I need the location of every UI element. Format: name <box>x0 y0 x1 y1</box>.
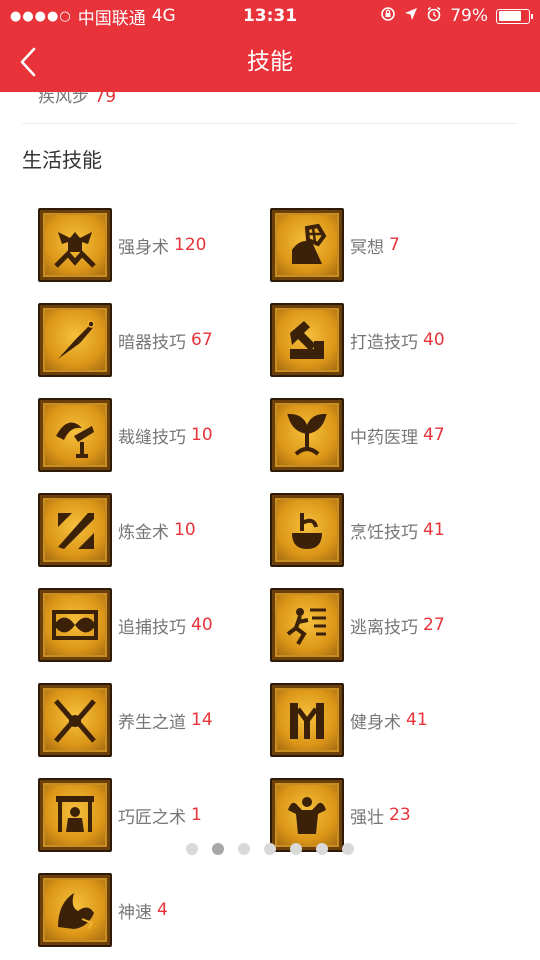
divider <box>22 123 518 124</box>
hidden-weapon-icon <box>38 303 112 377</box>
skill-label: 冥想 <box>350 237 384 258</box>
skill-value: 120 <box>174 235 207 255</box>
partial-previous-skill: 疾风步 79 <box>38 92 116 107</box>
rotation-lock-icon <box>380 6 396 27</box>
craftsman-icon <box>38 778 112 852</box>
signal-icon: ●●●●○ <box>10 8 72 24</box>
skill-item[interactable]: 裁缝技巧 10 <box>38 398 268 472</box>
cooking-icon <box>270 493 344 567</box>
skill-label: 烹饪技巧 <box>350 522 418 543</box>
page-dot[interactable] <box>342 843 354 855</box>
battery-percent: 79% <box>450 6 488 26</box>
swift-icon <box>38 873 112 947</box>
skill-value: 67 <box>191 330 213 350</box>
skill-value: 41 <box>423 520 445 540</box>
skill-label: 健身术 <box>350 712 401 733</box>
muscle-icon <box>270 778 344 852</box>
skills-content[interactable]: 疾风步 79 生活技能 强身术 120 冥想 7 暗器技巧 67 打造技巧 40 裁缝技巧 10 中… <box>0 92 540 960</box>
skill-label: 中药医理 <box>350 427 418 448</box>
page-dot[interactable] <box>238 843 250 855</box>
previous-skill-value: 79 <box>94 92 117 107</box>
skill-label: 追捕技巧 <box>118 617 186 638</box>
page-dot[interactable] <box>264 843 276 855</box>
alchemy-icon <box>38 493 112 567</box>
page-dot[interactable] <box>212 843 224 855</box>
skill-item[interactable]: 强身术 120 <box>38 208 268 282</box>
skill-value: 4 <box>157 900 168 920</box>
skill-item[interactable]: 神速 4 <box>38 873 268 947</box>
previous-skill-label: 疾风步 <box>38 92 89 107</box>
alarm-icon <box>426 6 442 27</box>
skill-item[interactable]: 逃离技巧 27 <box>270 588 500 662</box>
fitness-icon <box>270 683 344 757</box>
skill-label: 炼金术 <box>118 522 169 543</box>
skill-item[interactable]: 强壮 23 <box>270 778 500 852</box>
skill-value: 10 <box>191 425 213 445</box>
skill-value: 23 <box>389 805 411 825</box>
skill-value: 10 <box>174 520 196 540</box>
page-title: 技能 <box>247 49 293 75</box>
page-dot[interactable] <box>186 843 198 855</box>
skill-label: 神速 <box>118 902 152 923</box>
skill-value: 40 <box>191 615 213 635</box>
skill-label: 逃离技巧 <box>350 617 418 638</box>
skill-item[interactable]: 养生之道 14 <box>38 683 268 757</box>
location-icon <box>404 6 418 26</box>
page-indicator <box>0 843 540 855</box>
skill-value: 1 <box>191 805 202 825</box>
forging-icon <box>270 303 344 377</box>
skill-item[interactable]: 追捕技巧 40 <box>38 588 268 662</box>
skill-value: 41 <box>406 710 428 730</box>
skill-label: 强身术 <box>118 237 169 258</box>
section-title: 生活技能 <box>22 148 102 172</box>
status-right: 79% <box>380 6 533 27</box>
skill-value: 40 <box>423 330 445 350</box>
skill-value: 14 <box>191 710 213 730</box>
page-dot[interactable] <box>316 843 328 855</box>
skill-value: 7 <box>389 235 400 255</box>
strong-body-icon <box>38 208 112 282</box>
skill-value: 47 <box>423 425 445 445</box>
meditation-icon <box>270 208 344 282</box>
skill-label: 养生之道 <box>118 712 186 733</box>
skill-item[interactable]: 暗器技巧 67 <box>38 303 268 377</box>
herbal-medicine-icon <box>270 398 344 472</box>
skill-item[interactable]: 炼金术 10 <box>38 493 268 567</box>
status-bar: ●●●●○ 中国联通 4G 13:31 79% <box>0 0 540 32</box>
skill-item[interactable]: 中药医理 47 <box>270 398 500 472</box>
network-label: 4G <box>151 6 176 26</box>
health-icon <box>38 683 112 757</box>
skill-item[interactable]: 健身术 41 <box>270 683 500 757</box>
skill-label: 强壮 <box>350 807 384 828</box>
status-left: ●●●●○ 中国联通 4G <box>10 4 176 29</box>
carrier-label: 中国联通 <box>77 8 146 29</box>
skill-item[interactable]: 烹饪技巧 41 <box>270 493 500 567</box>
skill-item[interactable]: 冥想 7 <box>270 208 500 282</box>
skill-item[interactable]: 打造技巧 40 <box>270 303 500 377</box>
skill-label: 裁缝技巧 <box>118 427 186 448</box>
nav-bar: 技能 <box>0 32 540 92</box>
battery-icon <box>496 8 533 24</box>
skill-value: 27 <box>423 615 445 635</box>
skill-label: 暗器技巧 <box>118 332 186 353</box>
skill-label: 打造技巧 <box>350 332 418 353</box>
tracking-icon <box>38 588 112 662</box>
skill-item[interactable]: 巧匠之术 1 <box>38 778 268 852</box>
tailoring-icon <box>38 398 112 472</box>
skill-label: 巧匠之术 <box>118 807 186 828</box>
battery-fill <box>498 11 522 21</box>
escape-icon <box>270 588 344 662</box>
page-dot[interactable] <box>290 843 302 855</box>
